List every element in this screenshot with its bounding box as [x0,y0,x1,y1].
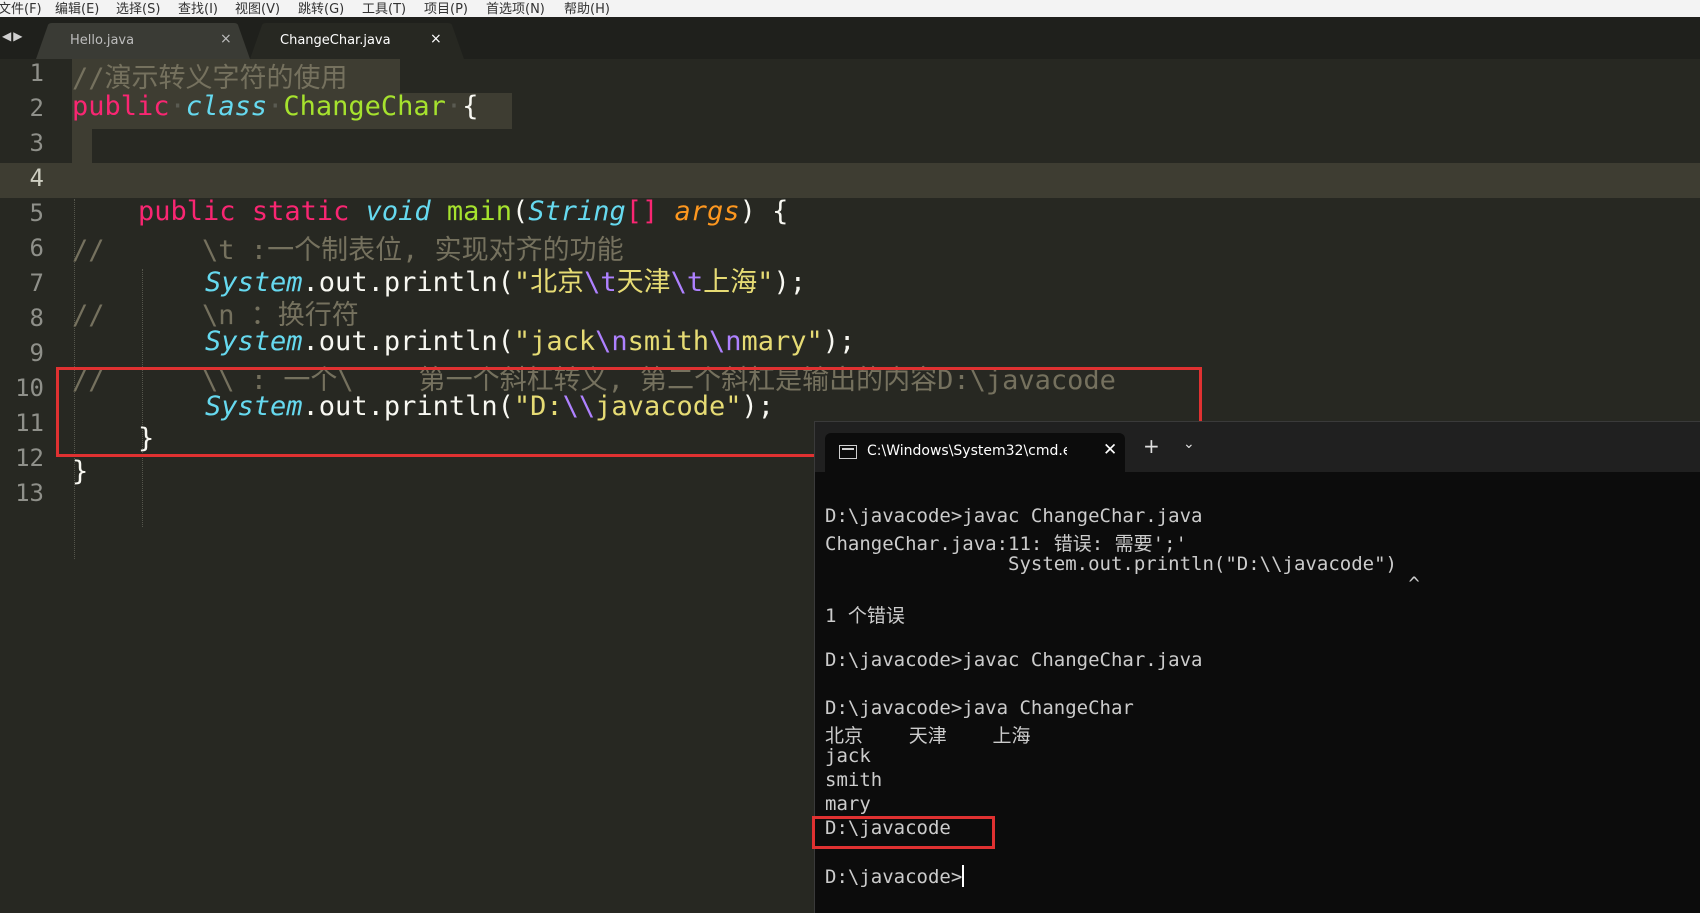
tab-nav-arrows-icon[interactable]: ◀▶ [2,29,24,43]
keyword-void: void [365,196,431,227]
param-args: args [674,196,740,227]
keyword-static: static [251,196,350,227]
whitespace-dot: · [267,91,284,122]
code-line-13: } [72,456,89,487]
tab-strip: ◀▶ Hello.java × ChangeChar.java × [0,17,1700,59]
menu-project[interactable]: 项目(P) [424,0,468,17]
terminal-line: 北京 天津 上海 [825,725,1031,747]
terminal-titlebar: C:\Windows\System32\cmd.e ✕ + ⌄ [815,422,1700,472]
menu-selection[interactable]: 选择(S) [116,0,160,17]
terminal-line: D:\javacode>javac ChangeChar.java [825,505,1203,527]
string-literal: 上海" [703,267,774,298]
code-line-1: //演示转义字符的使用 [72,63,348,94]
escape-sequence: \t [670,267,704,298]
tab-changechar-java[interactable]: ChangeChar.java × [250,23,464,59]
string-literal: smith [627,326,709,357]
keyword-public: public [138,196,236,227]
whitespace-dot: · [445,91,463,122]
class-name: ChangeChar [283,91,446,122]
menu-file[interactable]: 文件(F) [0,0,42,17]
tab-hello-java[interactable]: Hello.java × [36,23,250,59]
new-tab-icon[interactable]: + [1143,434,1160,458]
tab-shape-icon [36,23,250,59]
method-call: .out.println( [302,326,514,357]
current-line-highlight [0,163,1700,198]
menu-help[interactable]: 帮助(H) [564,0,610,17]
selection-highlight [72,129,92,163]
line-number: 3 [29,129,44,157]
brace: { [462,91,479,122]
string-literal: mary" [741,326,823,357]
statement-end: ); [773,267,806,298]
line-number: 9 [29,339,44,367]
terminal-line: ^ [825,573,1420,595]
line-number: 13 [15,479,44,507]
line-number: 7 [29,269,44,297]
close-icon[interactable]: ✕ [1103,440,1117,460]
escape-sequence: \t [584,267,617,298]
cmd-icon [839,445,857,459]
text-cursor [962,865,965,887]
menu-bar: 文件(F) 编辑(E) 选择(S) 查找(I) 视图(V) 跳转(G) 工具(T… [0,0,1700,18]
cmd-window[interactable]: C:\Windows\System32\cmd.e ✕ + ⌄ D:\javac… [812,421,1700,913]
array-brackets: [] [625,196,659,227]
whitespace-dot: · [169,91,186,122]
code-line-5: public static void main(String[] args) { [138,196,789,227]
tab-label: Hello.java [70,33,135,48]
terminal-prompt: D:\javacode> [825,866,963,888]
terminal-line: jack [825,745,871,767]
keyword-class: class [185,91,268,122]
escape-sequence: \n [595,326,628,357]
method-name: main [446,196,512,227]
code-line-9: System.out.println("jack\nsmith\nmary"); [205,326,855,357]
line-number: 4 [29,164,44,192]
statement-end: ); [822,326,856,357]
close-icon[interactable]: × [430,31,442,47]
line-number: 8 [29,304,44,332]
type-string: String [528,196,626,227]
string-literal: "北京 [513,267,585,298]
menu-edit[interactable]: 编辑(E) [55,0,99,17]
menu-preferences[interactable]: 首选项(N) [486,0,545,17]
terminal-prompt-line[interactable]: D:\javacode> [825,865,965,888]
tab-label: ChangeChar.java [280,33,391,48]
line-number: 10 [15,374,44,402]
line-number: 5 [29,199,44,227]
terminal-tab-title: C:\Windows\System32\cmd.e [867,443,1067,459]
terminal-line: System.out.println("D:\\javacode") [825,553,1397,575]
line-number: 6 [29,234,44,262]
line-number: 2 [29,94,44,122]
line-number: 1 [29,59,44,87]
chevron-down-icon[interactable]: ⌄ [1183,436,1195,452]
terminal-line: mary [825,793,871,815]
menu-view[interactable]: 视图(V) [235,0,280,17]
annotation-box-output [812,816,995,849]
terminal-line: D:\javacode>javac ChangeChar.java [825,649,1203,671]
terminal-line: smith [825,769,883,791]
terminal-tab[interactable]: C:\Windows\System32\cmd.e ✕ [825,433,1125,472]
menu-find[interactable]: 查找(I) [178,0,218,17]
class-system: System [205,326,303,357]
string-literal: 天津 [616,267,671,298]
terminal-line: 1 个错误 [825,605,905,627]
string-literal: "jack [513,326,596,357]
menu-goto[interactable]: 跳转(G) [298,0,344,17]
terminal-line: ChangeChar.java:11: 错误: 需要';' [825,533,1187,555]
code-line-2: public·class·ChangeChar·{ [72,91,478,122]
close-icon[interactable]: × [220,31,232,47]
line-number: 11 [15,409,44,437]
escape-sequence: \n [708,326,742,357]
menu-tools[interactable]: 工具(T) [362,0,406,17]
line-number: 12 [15,444,44,472]
keyword-public: public [72,91,170,122]
terminal-line: D:\javacode>java ChangeChar [825,697,1134,719]
